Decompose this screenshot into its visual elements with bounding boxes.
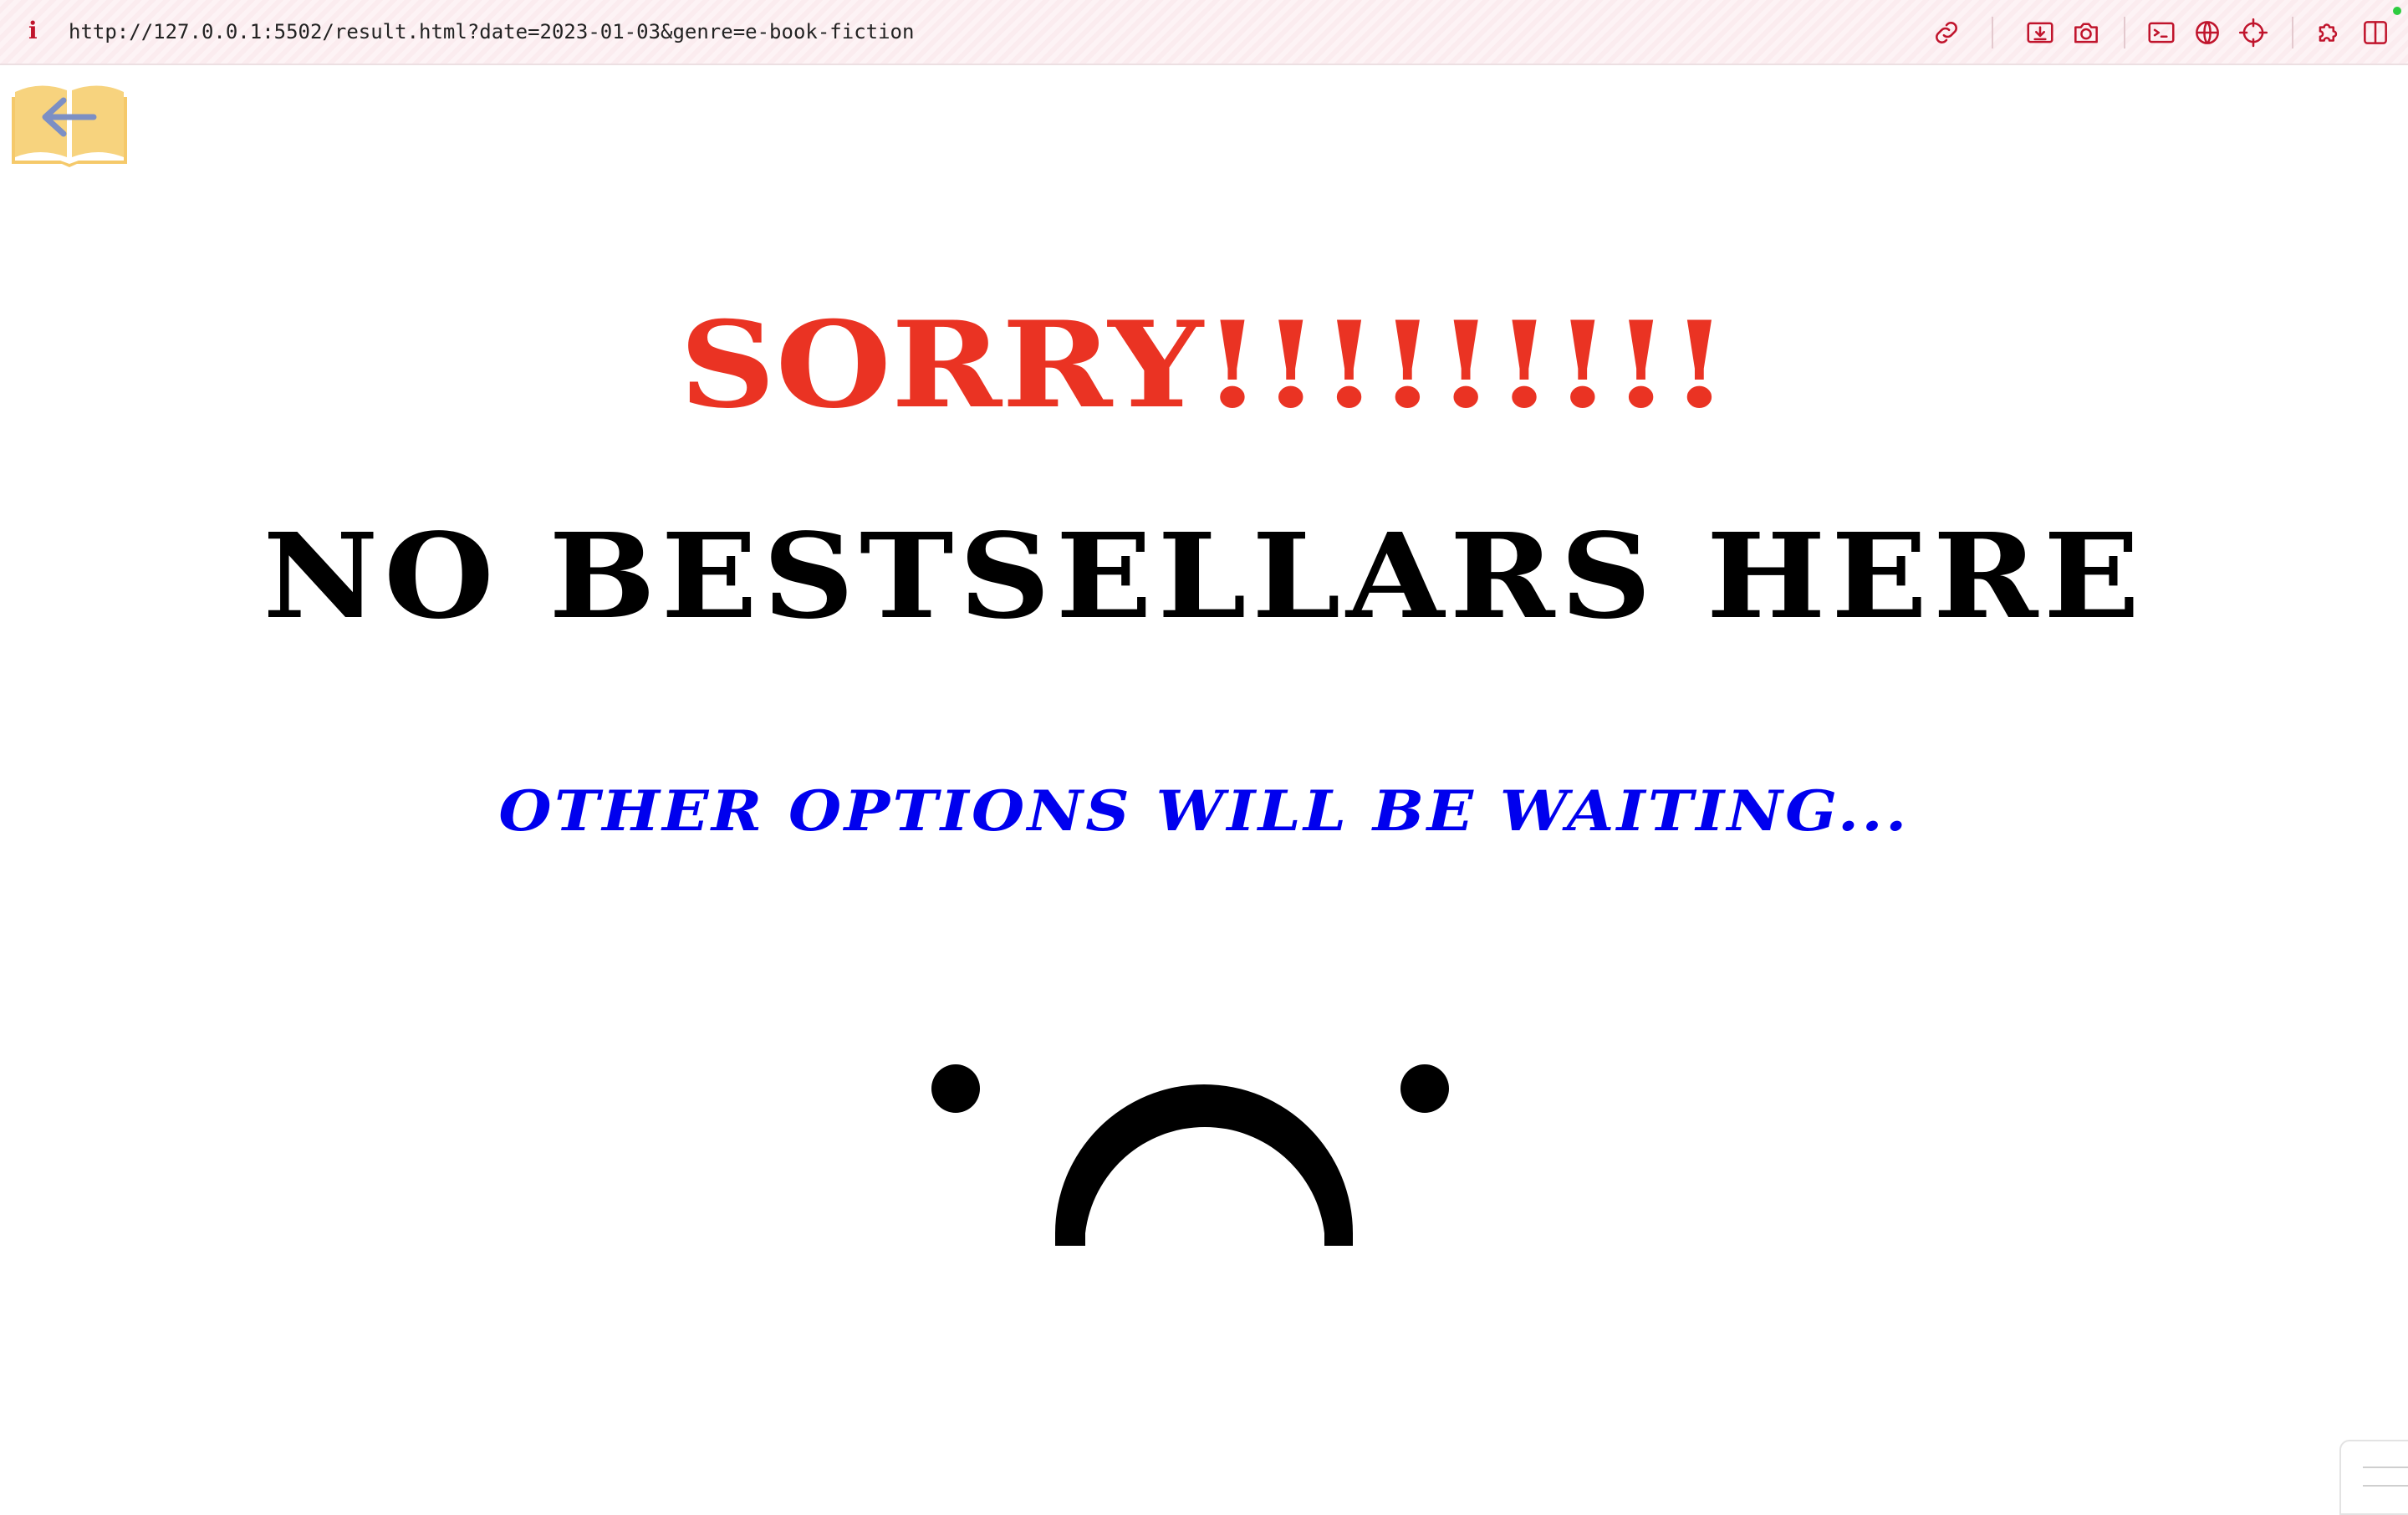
left-eye [931, 1064, 980, 1113]
sad-face-illustration [920, 1053, 1488, 1254]
terminal-icon[interactable] [2145, 17, 2177, 48]
toolbar-divider [2124, 17, 2125, 48]
address-bar-url[interactable]: http://127.0.0.1:5502/result.html?date=2… [69, 20, 914, 43]
toolbar-divider [1992, 17, 1993, 48]
corner-panel-handle[interactable] [2339, 1440, 2408, 1515]
browser-toolbar: i http://127.0.0.1:5502/result.html?date… [0, 0, 2408, 65]
download-icon[interactable] [2024, 17, 2056, 48]
extension-icon[interactable] [2314, 17, 2345, 48]
back-button[interactable] [12, 80, 127, 167]
split-view-icon[interactable] [2360, 17, 2391, 48]
link-icon[interactable] [1931, 17, 1962, 48]
handle-line [2363, 1467, 2408, 1468]
crosshair-icon[interactable] [2237, 17, 2269, 48]
globe-icon[interactable] [2191, 17, 2223, 48]
frown-mouth [1055, 1084, 1353, 1246]
toolbar-divider [2292, 17, 2293, 48]
status-dot [2393, 7, 2401, 15]
camera-icon[interactable] [2070, 17, 2102, 48]
sorry-heading: SORRY!!!!!!!!! [679, 296, 1729, 435]
other-options-subheading: OTHER OPTIONS WILL BE WAITING... [498, 778, 1910, 844]
info-icon[interactable]: i [28, 17, 38, 44]
right-eye [1400, 1064, 1449, 1113]
handle-line [2363, 1485, 2408, 1487]
no-bestsellers-heading: NO BESTSELLARS HERE [263, 508, 2145, 645]
book-back-arrow-icon [12, 85, 127, 167]
